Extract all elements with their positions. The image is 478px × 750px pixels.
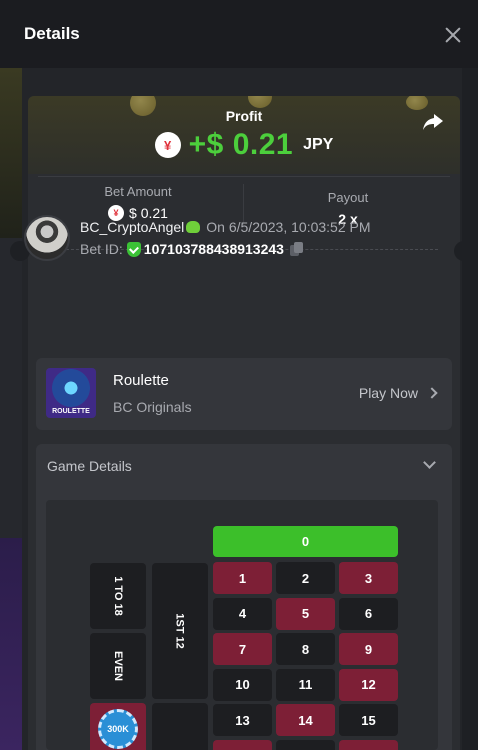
number-zero: 0 (213, 526, 398, 557)
bet-chip: 300K (98, 709, 138, 749)
verified-shield-icon (126, 241, 141, 257)
game-card[interactable]: ROULETTE Roulette BC Originals Play Now (36, 358, 452, 430)
number-cell: 6 (339, 597, 398, 630)
number-cell: 12 (339, 668, 398, 701)
bet-even-label: EVEN (112, 651, 124, 681)
yen-symbol: ¥ (164, 137, 172, 153)
number-cell: 8 (276, 633, 335, 666)
avatar[interactable] (24, 215, 70, 261)
number-cell: 14 (276, 704, 335, 737)
bet-even: EVEN (90, 633, 146, 699)
bet-1-to-18: 1 TO 18 (90, 563, 146, 629)
bet-amount-label: Bet Amount (104, 184, 172, 199)
profit-label: Profit (225, 108, 263, 124)
profit-currency: JPY (303, 136, 334, 153)
payout-label: Payout (327, 190, 369, 205)
bet-details-modal: Details Profit ¥ +$ 0.21 JPY Bet Amount (0, 0, 478, 750)
roulette-table: 0 1 TO 18 EVEN 300K 1ST 12 1 2 3 4 5 6 7 8 9 10 11… (46, 500, 438, 750)
number-cell: 5 (276, 597, 335, 630)
bet-id-label: Bet ID: (80, 241, 123, 257)
number-cell: 18 (339, 740, 398, 750)
number-cell: 4 (213, 597, 272, 630)
number-cell: 17 (276, 740, 335, 750)
number-cell: 1 (213, 562, 272, 594)
number-cell: 9 (339, 633, 398, 666)
bet-date: On 6/5/2023, 10:03:52 PM (206, 219, 371, 235)
number-cell: 3 (339, 562, 398, 594)
bet-1st-12-label: 1ST 12 (174, 613, 186, 649)
share-icon[interactable] (422, 112, 444, 132)
number-cell: 15 (339, 704, 398, 737)
close-icon[interactable] (444, 26, 462, 44)
chevron-down-icon[interactable] (423, 456, 436, 469)
bet-1st-12: 1ST 12 (152, 563, 208, 699)
number-cell: 10 (213, 668, 272, 701)
copy-icon[interactable] (289, 241, 303, 257)
chevron-right-icon (426, 387, 438, 399)
profit-value: +$ 0.21 (188, 128, 294, 161)
number-cell: 11 (276, 668, 335, 701)
coin-decoration-icon (248, 96, 272, 108)
game-details-section: Game Details 0 1 TO 18 EVEN 300K 1ST 12 … (36, 444, 452, 750)
frog-badge-icon (186, 221, 201, 233)
roulette-thumbnail: ROULETTE (46, 368, 96, 418)
number-cell: 16 (213, 740, 272, 750)
thumbnail-label: ROULETTE (52, 408, 90, 415)
bet-1-to-18-label: 1 TO 18 (111, 576, 124, 616)
bet-red: 300K (90, 703, 146, 750)
number-cell: 13 (213, 704, 272, 737)
number-cell: 2 (276, 562, 335, 594)
bet-id-line: Bet ID: 107103788438913243 (80, 241, 371, 257)
ticket-notch (454, 241, 474, 261)
modal-title: Details (24, 24, 80, 43)
bettor-info: BC_CryptoAngel On 6/5/2023, 10:03:52 PM … (24, 214, 371, 262)
yen-coin-icon: ¥ (154, 132, 181, 158)
bet-id-value: 107103788438913243 (143, 241, 284, 257)
game-name: Roulette (113, 372, 169, 389)
number-cell: 7 (213, 633, 272, 666)
game-provider: BC Originals (113, 399, 192, 415)
user-line: BC_CryptoAngel On 6/5/2023, 10:03:52 PM (80, 219, 371, 235)
user-info: BC_CryptoAngel On 6/5/2023, 10:03:52 PM … (80, 219, 371, 257)
game-details-title[interactable]: Game Details (47, 458, 132, 474)
bet-2nd-12 (152, 703, 208, 750)
modal-header: Details (0, 0, 478, 68)
play-now-button[interactable]: Play Now (358, 385, 438, 401)
username[interactable]: BC_CryptoAngel (80, 219, 184, 235)
profit-row: ¥ +$ 0.21 JPY (28, 128, 460, 162)
divider (38, 176, 450, 177)
play-now-label: Play Now (358, 385, 418, 401)
